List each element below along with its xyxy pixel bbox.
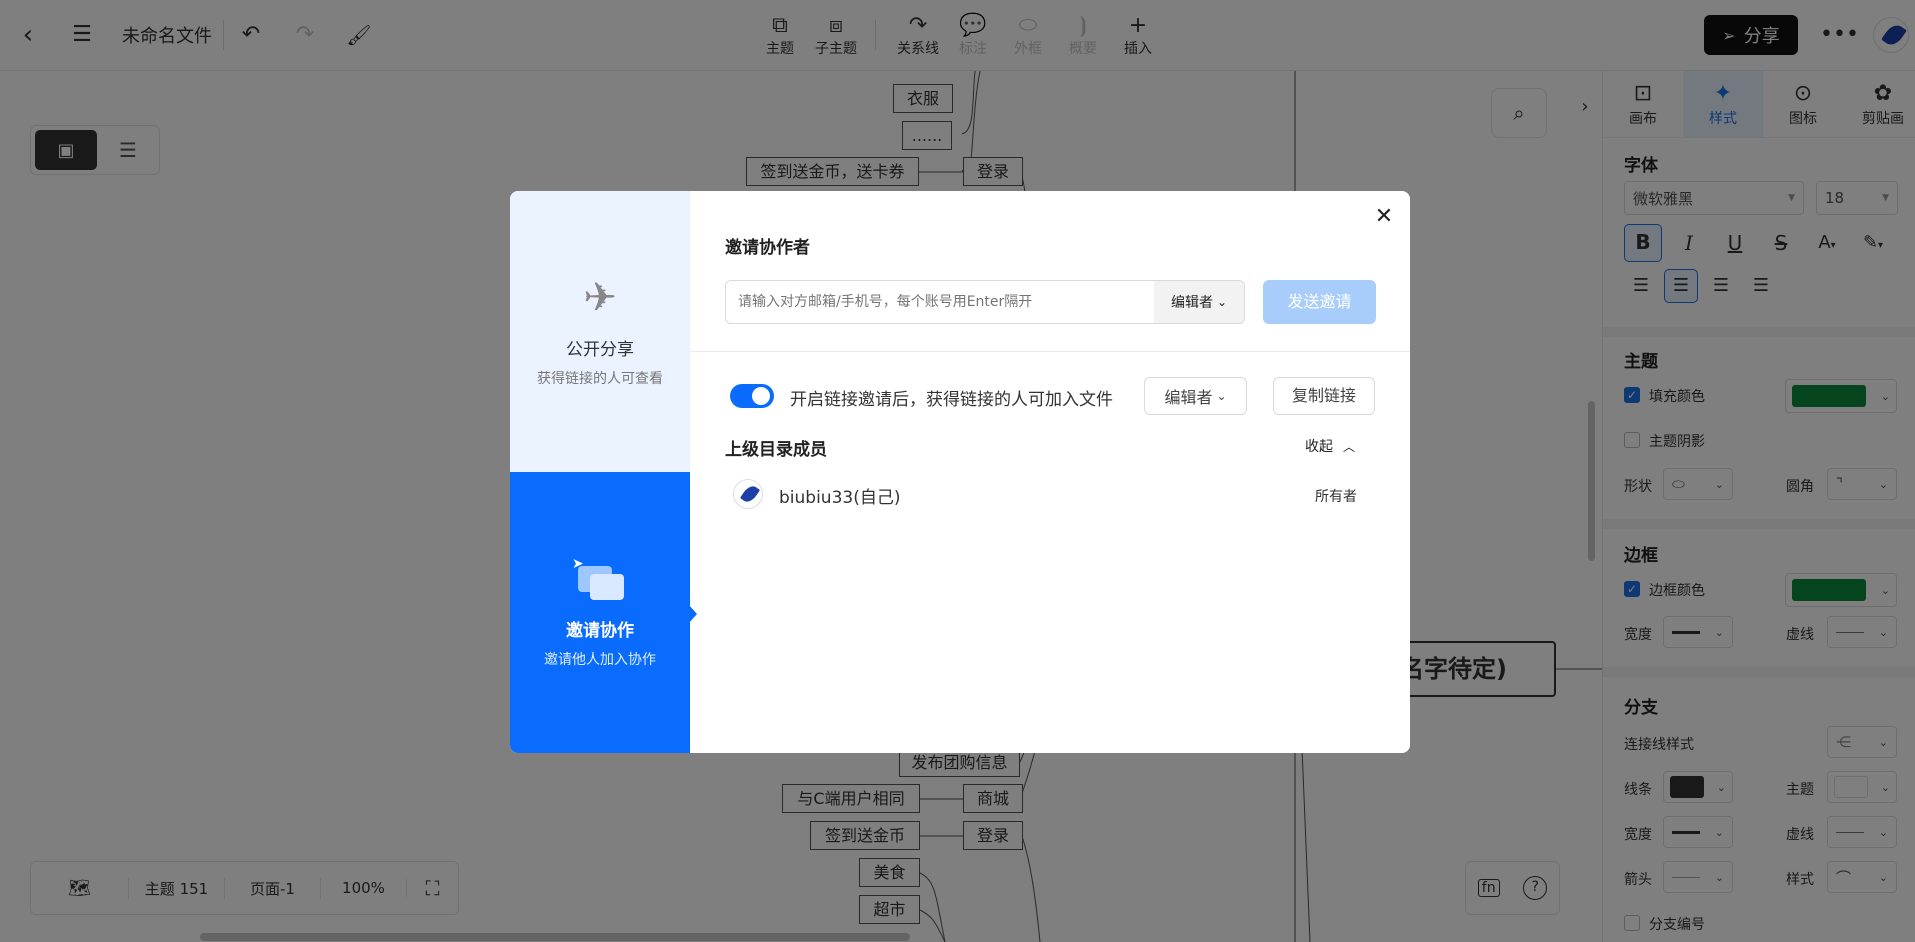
tab-title: 公开分享 bbox=[566, 340, 634, 360]
role-value: 编辑者 bbox=[1170, 295, 1213, 311]
tab-subtitle: 邀请他人加入协作 bbox=[544, 652, 656, 668]
tab-invite-collab[interactable]: ➤ 邀请协作 邀请他人加入协作 bbox=[510, 472, 690, 753]
close-button[interactable]: ✕ bbox=[1370, 203, 1398, 231]
tab-public-share[interactable]: ✈ 公开分享 获得链接的人可查看 bbox=[510, 191, 690, 472]
member-name: biubiu33(自己) bbox=[779, 488, 901, 508]
section-divider bbox=[690, 351, 1410, 352]
tab-subtitle: 获得链接的人可查看 bbox=[537, 371, 663, 387]
close-icon: ✕ bbox=[1374, 204, 1394, 229]
member-role: 所有者 bbox=[1315, 489, 1357, 505]
tab-title: 邀请协作 bbox=[566, 621, 634, 641]
share-dialog: ✈ 公开分享 获得链接的人可查看 ➤ 邀请协作 邀请他人加入协作 ✕ 邀请协作者… bbox=[510, 191, 1410, 753]
members-section-title: 上级目录成员 bbox=[725, 440, 827, 460]
link-invite-text: 开启链接邀请后，获得链接的人可加入文件 bbox=[790, 390, 1113, 410]
invite-email-input[interactable] bbox=[726, 281, 1154, 323]
collapse-label: 收起 bbox=[1305, 439, 1333, 455]
chevron-up-icon: ︿ bbox=[1343, 439, 1356, 454]
invite-role-select[interactable]: 编辑者 ⌄ bbox=[1154, 281, 1244, 323]
copy-link-button[interactable]: 复制链接 bbox=[1273, 377, 1375, 415]
dialog-title: 邀请协作者 bbox=[725, 238, 810, 258]
invite-collab-icon: ➤ bbox=[572, 556, 628, 602]
paper-plane-icon: ✈ bbox=[583, 275, 617, 321]
link-role-select[interactable]: 编辑者 ⌄ bbox=[1144, 377, 1247, 415]
chevron-down-icon: ⌄ bbox=[1216, 389, 1227, 403]
share-dialog-sidebar: ✈ 公开分享 获得链接的人可查看 ➤ 邀请协作 邀请他人加入协作 bbox=[510, 191, 697, 753]
link-invite-toggle[interactable] bbox=[730, 384, 774, 408]
member-avatar bbox=[733, 479, 763, 509]
send-invite-button[interactable]: 发送邀请 bbox=[1263, 280, 1376, 324]
link-role-value: 编辑者 bbox=[1164, 388, 1213, 407]
chevron-down-icon: ⌄ bbox=[1216, 295, 1228, 309]
share-dialog-content: ✕ 邀请协作者 编辑者 ⌄ 发送邀请 开启链接邀请后，获得链接的人可加入文件 编… bbox=[690, 191, 1410, 753]
member-row: biubiu33(自己) 所有者 bbox=[725, 474, 1375, 514]
invite-input-group: 编辑者 ⌄ bbox=[725, 280, 1245, 324]
collapse-toggle[interactable]: 收起 ︿ bbox=[1305, 436, 1355, 456]
